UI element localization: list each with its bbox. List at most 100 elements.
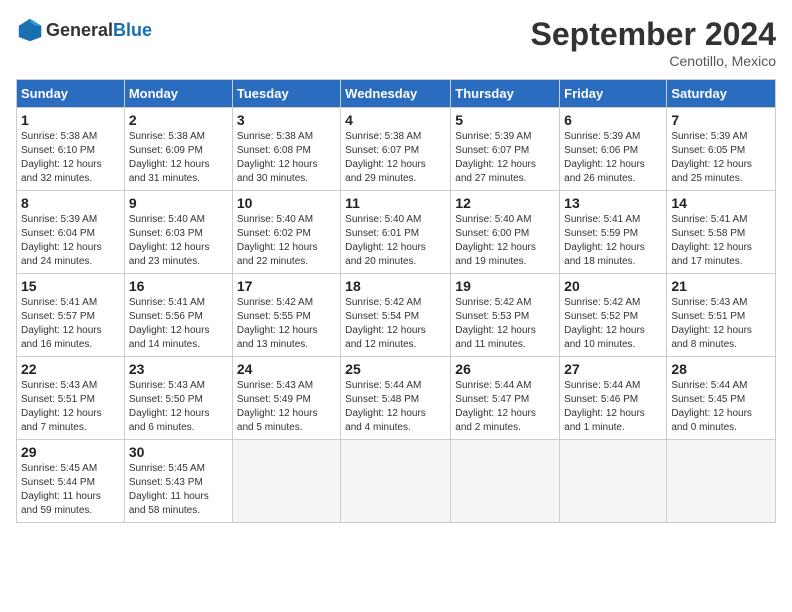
day-number: 16: [129, 278, 228, 294]
calendar-day-cell: 25 Sunrise: 5:44 AMSunset: 5:48 PMDayligh…: [341, 357, 451, 440]
calendar-day-cell: 20Sunrise: 5:42 AMSunset: 5:52 PMDayligh…: [560, 274, 667, 357]
day-number: 23: [129, 361, 228, 377]
calendar-day-cell: [560, 440, 667, 523]
day-info: Sunrise: 5:38 AMSunset: 6:10 PMDaylight:…: [21, 130, 120, 186]
calendar-day-cell: 15 Sunrise: 5:41 AMSunset: 5:57 PMDayligh…: [17, 274, 125, 357]
day-number: 24: [237, 361, 336, 377]
logo-text: GeneralBlue: [46, 20, 152, 41]
day-info: Sunrise: 5:42 AMSunset: 5:53 PMDaylight:…: [455, 296, 555, 352]
day-of-week-header: Monday: [124, 80, 232, 108]
calendar-day-cell: 5Sunrise: 5:39 AMSunset: 6:07 PMDaylight…: [451, 108, 560, 191]
day-number: 19: [455, 278, 555, 294]
day-number: 2: [129, 112, 228, 128]
calendar-day-cell: 24 Sunrise: 5:43 AMSunset: 5:49 PMDayligh…: [232, 357, 340, 440]
calendar-day-cell: 16 Sunrise: 5:41 AMSunset: 5:56 PMDayligh…: [124, 274, 232, 357]
day-number: 10: [237, 195, 336, 211]
day-number: 13: [564, 195, 662, 211]
day-info: Sunrise: 5:39 AMSunset: 6:07 PMDaylight:…: [455, 130, 555, 186]
day-of-week-header: Friday: [560, 80, 667, 108]
day-info: Sunrise: 5:43 AMSunset: 5:51 PMDaylight:…: [21, 379, 120, 435]
day-info: Sunrise: 5:41 AMSunset: 5:59 PMDaylight:…: [564, 213, 662, 269]
calendar-day-cell: 18 Sunrise: 5:42 AMSunset: 5:54 PMDayligh…: [341, 274, 451, 357]
calendar-day-cell: [451, 440, 560, 523]
day-info: Sunrise: 5:44 AMSunset: 5:47 PMDaylight:…: [455, 379, 555, 435]
calendar-day-cell: 9 Sunrise: 5:40 AMSunset: 6:03 PMDaylight…: [124, 191, 232, 274]
day-info: Sunrise: 5:40 AMSunset: 6:03 PMDaylight:…: [129, 213, 228, 269]
calendar-day-cell: 19 Sunrise: 5:42 AMSunset: 5:53 PMDayligh…: [451, 274, 560, 357]
day-info: Sunrise: 5:44 AMSunset: 5:45 PMDaylight:…: [671, 379, 771, 435]
day-info: Sunrise: 5:41 AMSunset: 5:56 PMDaylight:…: [129, 296, 228, 352]
calendar-day-cell: 22 Sunrise: 5:43 AMSunset: 5:51 PMDayligh…: [17, 357, 125, 440]
calendar-week-row: 1 Sunrise: 5:38 AMSunset: 6:10 PMDaylight…: [17, 108, 776, 191]
calendar-day-cell: [667, 440, 776, 523]
day-info: Sunrise: 5:45 AMSunset: 5:43 PMDaylight:…: [129, 462, 228, 518]
day-of-week-header: Saturday: [667, 80, 776, 108]
day-number: 9: [129, 195, 228, 211]
day-number: 22: [21, 361, 120, 377]
day-number: 1: [21, 112, 120, 128]
day-info: Sunrise: 5:40 AMSunset: 6:02 PMDaylight:…: [237, 213, 336, 269]
day-info: Sunrise: 5:42 AMSunset: 5:54 PMDaylight:…: [345, 296, 446, 352]
calendar-day-cell: 26 Sunrise: 5:44 AMSunset: 5:47 PMDayligh…: [451, 357, 560, 440]
title-area: September 2024 Cenotillo, Mexico: [531, 16, 776, 69]
day-number: 28: [671, 361, 771, 377]
header: GeneralBlue September 2024 Cenotillo, Me…: [16, 16, 776, 69]
calendar-day-cell: 23 Sunrise: 5:43 AMSunset: 5:50 PMDayligh…: [124, 357, 232, 440]
day-info: Sunrise: 5:43 AMSunset: 5:49 PMDaylight:…: [237, 379, 336, 435]
day-number: 11: [345, 195, 446, 211]
calendar-week-row: 8 Sunrise: 5:39 AMSunset: 6:04 PMDaylight…: [17, 191, 776, 274]
calendar-day-cell: 3Sunrise: 5:38 AMSunset: 6:08 PMDaylight…: [232, 108, 340, 191]
calendar-day-cell: 8 Sunrise: 5:39 AMSunset: 6:04 PMDaylight…: [17, 191, 125, 274]
day-number: 20: [564, 278, 662, 294]
day-of-week-header: Sunday: [17, 80, 125, 108]
calendar-day-cell: 12 Sunrise: 5:40 AMSunset: 6:00 PMDayligh…: [451, 191, 560, 274]
calendar-day-cell: 29 Sunrise: 5:45 AMSunset: 5:44 PMDayligh…: [17, 440, 125, 523]
day-number: 8: [21, 195, 120, 211]
calendar-day-cell: 4 Sunrise: 5:38 AMSunset: 6:07 PMDaylight…: [341, 108, 451, 191]
day-number: 14: [671, 195, 771, 211]
day-of-week-header: Tuesday: [232, 80, 340, 108]
calendar-day-cell: 2Sunrise: 5:38 AMSunset: 6:09 PMDaylight…: [124, 108, 232, 191]
calendar-week-row: 29 Sunrise: 5:45 AMSunset: 5:44 PMDayligh…: [17, 440, 776, 523]
calendar-day-cell: 11 Sunrise: 5:40 AMSunset: 6:01 PMDayligh…: [341, 191, 451, 274]
day-number: 30: [129, 444, 228, 460]
day-number: 15: [21, 278, 120, 294]
day-info: Sunrise: 5:45 AMSunset: 5:44 PMDaylight:…: [21, 462, 120, 518]
day-info: Sunrise: 5:42 AMSunset: 5:55 PMDaylight:…: [237, 296, 336, 352]
logo: GeneralBlue: [16, 16, 152, 44]
calendar-day-cell: [341, 440, 451, 523]
calendar-day-cell: 6 Sunrise: 5:39 AMSunset: 6:06 PMDaylight…: [560, 108, 667, 191]
day-number: 26: [455, 361, 555, 377]
calendar-day-cell: [232, 440, 340, 523]
day-number: 18: [345, 278, 446, 294]
calendar-day-cell: 13 Sunrise: 5:41 AMSunset: 5:59 PMDayligh…: [560, 191, 667, 274]
day-number: 4: [345, 112, 446, 128]
calendar-day-cell: 10 Sunrise: 5:40 AMSunset: 6:02 PMDayligh…: [232, 191, 340, 274]
day-info: Sunrise: 5:44 AMSunset: 5:48 PMDaylight:…: [345, 379, 446, 435]
day-info: Sunrise: 5:39 AMSunset: 6:05 PMDaylight:…: [671, 130, 771, 186]
calendar-week-row: 15 Sunrise: 5:41 AMSunset: 5:57 PMDayligh…: [17, 274, 776, 357]
month-title: September 2024: [531, 16, 776, 53]
day-number: 17: [237, 278, 336, 294]
calendar-day-cell: 21Sunrise: 5:43 AMSunset: 5:51 PMDayligh…: [667, 274, 776, 357]
day-info: Sunrise: 5:43 AMSunset: 5:51 PMDaylight:…: [671, 296, 771, 352]
day-info: Sunrise: 5:38 AMSunset: 6:07 PMDaylight:…: [345, 130, 446, 186]
location-title: Cenotillo, Mexico: [531, 53, 776, 69]
calendar-week-row: 22 Sunrise: 5:43 AMSunset: 5:51 PMDayligh…: [17, 357, 776, 440]
calendar-table: SundayMondayTuesdayWednesdayThursdayFrid…: [16, 79, 776, 523]
day-number: 29: [21, 444, 120, 460]
day-number: 6: [564, 112, 662, 128]
day-info: Sunrise: 5:41 AMSunset: 5:57 PMDaylight:…: [21, 296, 120, 352]
calendar-day-cell: 28 Sunrise: 5:44 AMSunset: 5:45 PMDayligh…: [667, 357, 776, 440]
calendar-day-cell: 17 Sunrise: 5:42 AMSunset: 5:55 PMDayligh…: [232, 274, 340, 357]
day-info: Sunrise: 5:40 AMSunset: 6:00 PMDaylight:…: [455, 213, 555, 269]
day-info: Sunrise: 5:39 AMSunset: 6:04 PMDaylight:…: [21, 213, 120, 269]
day-info: Sunrise: 5:39 AMSunset: 6:06 PMDaylight:…: [564, 130, 662, 186]
day-number: 12: [455, 195, 555, 211]
calendar-day-cell: 30 Sunrise: 5:45 AMSunset: 5:43 PMDayligh…: [124, 440, 232, 523]
calendar-day-cell: 7Sunrise: 5:39 AMSunset: 6:05 PMDaylight…: [667, 108, 776, 191]
day-info: Sunrise: 5:43 AMSunset: 5:50 PMDaylight:…: [129, 379, 228, 435]
day-number: 25: [345, 361, 446, 377]
day-info: Sunrise: 5:40 AMSunset: 6:01 PMDaylight:…: [345, 213, 446, 269]
calendar-day-cell: 1 Sunrise: 5:38 AMSunset: 6:10 PMDaylight…: [17, 108, 125, 191]
